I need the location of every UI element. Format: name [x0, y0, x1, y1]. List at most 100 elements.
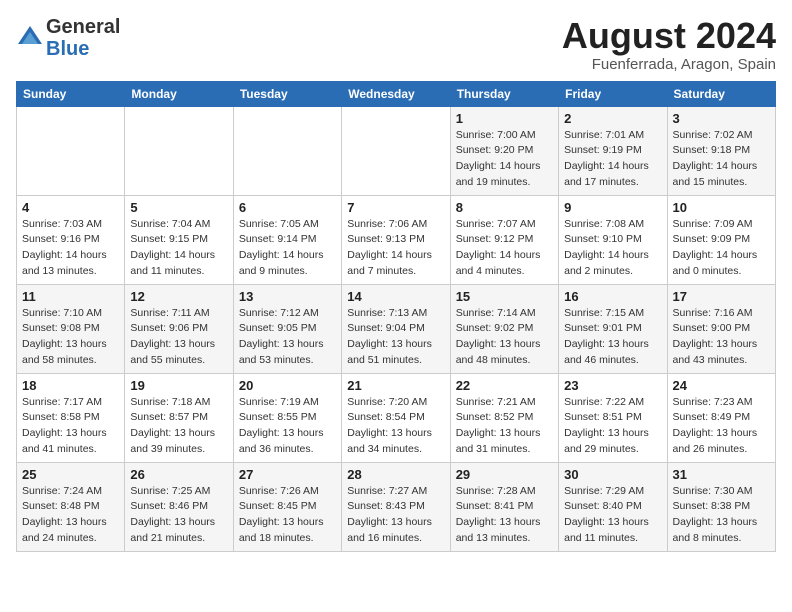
calendar-cell	[342, 106, 450, 195]
calendar-cell: 14 Sunrise: 7:13 AMSunset: 9:04 PMDayligh…	[342, 284, 450, 373]
day-info: Sunrise: 7:13 AMSunset: 9:04 PMDaylight:…	[347, 306, 444, 369]
day-info: Sunrise: 7:30 AMSunset: 8:38 PMDaylight:…	[673, 484, 770, 547]
calendar-cell: 7 Sunrise: 7:06 AMSunset: 9:13 PMDaylight…	[342, 195, 450, 284]
calendar-body: 1Sunrise: 7:00 AMSunset: 9:20 PMDaylight…	[17, 106, 776, 551]
calendar-cell: 10Sunrise: 7:09 AMSunset: 9:09 PMDayligh…	[667, 195, 775, 284]
day-number: 23	[564, 378, 661, 393]
day-number: 5	[130, 200, 227, 215]
calendar-week-row: 4 Sunrise: 7:03 AMSunset: 9:16 PMDaylight…	[17, 195, 776, 284]
day-info: Sunrise: 7:02 AMSunset: 9:18 PMDaylight:…	[673, 128, 770, 191]
day-info: Sunrise: 7:20 AMSunset: 8:54 PMDaylight:…	[347, 395, 444, 458]
day-number: 28	[347, 467, 444, 482]
col-header-sunday: Sunday	[17, 81, 125, 106]
day-info: Sunrise: 7:01 AMSunset: 9:19 PMDaylight:…	[564, 128, 661, 191]
calendar-cell: 11 Sunrise: 7:10 AMSunset: 9:08 PMDayligh…	[17, 284, 125, 373]
day-number: 29	[456, 467, 553, 482]
calendar-cell: 24Sunrise: 7:23 AMSunset: 8:49 PMDayligh…	[667, 373, 775, 462]
day-number: 20	[239, 378, 336, 393]
day-number: 2	[564, 111, 661, 126]
calendar-cell: 21 Sunrise: 7:20 AMSunset: 8:54 PMDayligh…	[342, 373, 450, 462]
calendar-week-row: 18Sunrise: 7:17 AMSunset: 8:58 PMDayligh…	[17, 373, 776, 462]
day-number: 6	[239, 200, 336, 215]
day-number: 25	[22, 467, 119, 482]
day-info: Sunrise: 7:10 AMSunset: 9:08 PMDaylight:…	[22, 306, 119, 369]
day-number: 26	[130, 467, 227, 482]
day-info: Sunrise: 7:00 AMSunset: 9:20 PMDaylight:…	[456, 128, 553, 191]
col-header-saturday: Saturday	[667, 81, 775, 106]
day-info: Sunrise: 7:27 AMSunset: 8:43 PMDaylight:…	[347, 484, 444, 547]
day-number: 30	[564, 467, 661, 482]
calendar-header-row: SundayMondayTuesdayWednesdayThursdayFrid…	[17, 81, 776, 106]
calendar-cell: 16 Sunrise: 7:15 AMSunset: 9:01 PMDayligh…	[559, 284, 667, 373]
day-number: 7	[347, 200, 444, 215]
day-info: Sunrise: 7:29 AMSunset: 8:40 PMDaylight:…	[564, 484, 661, 547]
day-number: 13	[239, 289, 336, 304]
calendar-cell: 9 Sunrise: 7:08 AMSunset: 9:10 PMDaylight…	[559, 195, 667, 284]
calendar-cell: 29 Sunrise: 7:28 AMSunset: 8:41 PMDayligh…	[450, 462, 558, 551]
calendar-cell: 5 Sunrise: 7:04 AMSunset: 9:15 PMDaylight…	[125, 195, 233, 284]
calendar-cell: 13 Sunrise: 7:12 AMSunset: 9:05 PMDayligh…	[233, 284, 341, 373]
day-info: Sunrise: 7:04 AMSunset: 9:15 PMDaylight:…	[130, 217, 227, 280]
calendar-cell: 12Sunrise: 7:11 AMSunset: 9:06 PMDayligh…	[125, 284, 233, 373]
day-info: Sunrise: 7:21 AMSunset: 8:52 PMDaylight:…	[456, 395, 553, 458]
logo-text-line2: Blue	[46, 38, 120, 60]
day-info: Sunrise: 7:25 AMSunset: 8:46 PMDaylight:…	[130, 484, 227, 547]
day-number: 21	[347, 378, 444, 393]
day-info: Sunrise: 7:12 AMSunset: 9:05 PMDaylight:…	[239, 306, 336, 369]
calendar-cell: 1Sunrise: 7:00 AMSunset: 9:20 PMDaylight…	[450, 106, 558, 195]
calendar-week-row: 25 Sunrise: 7:24 AMSunset: 8:48 PMDayligh…	[17, 462, 776, 551]
calendar-cell: 17Sunrise: 7:16 AMSunset: 9:00 PMDayligh…	[667, 284, 775, 373]
calendar-cell: 15Sunrise: 7:14 AMSunset: 9:02 PMDayligh…	[450, 284, 558, 373]
day-number: 19	[130, 378, 227, 393]
day-info: Sunrise: 7:17 AMSunset: 8:58 PMDaylight:…	[22, 395, 119, 458]
calendar-cell: 8 Sunrise: 7:07 AMSunset: 9:12 PMDaylight…	[450, 195, 558, 284]
calendar-cell: 25 Sunrise: 7:24 AMSunset: 8:48 PMDayligh…	[17, 462, 125, 551]
day-info: Sunrise: 7:28 AMSunset: 8:41 PMDaylight:…	[456, 484, 553, 547]
day-info: Sunrise: 7:09 AMSunset: 9:09 PMDaylight:…	[673, 217, 770, 280]
day-number: 8	[456, 200, 553, 215]
col-header-thursday: Thursday	[450, 81, 558, 106]
day-number: 4	[22, 200, 119, 215]
col-header-friday: Friday	[559, 81, 667, 106]
location-subtitle: Fuenferrada, Aragon, Spain	[562, 56, 776, 73]
calendar-cell: 27Sunrise: 7:26 AMSunset: 8:45 PMDayligh…	[233, 462, 341, 551]
col-header-wednesday: Wednesday	[342, 81, 450, 106]
calendar-cell	[233, 106, 341, 195]
day-number: 11	[22, 289, 119, 304]
col-header-tuesday: Tuesday	[233, 81, 341, 106]
month-title: August 2024	[562, 16, 776, 56]
day-number: 22	[456, 378, 553, 393]
calendar-table: SundayMondayTuesdayWednesdayThursdayFrid…	[16, 81, 776, 552]
col-header-monday: Monday	[125, 81, 233, 106]
day-number: 3	[673, 111, 770, 126]
day-number: 17	[673, 289, 770, 304]
calendar-cell: 4 Sunrise: 7:03 AMSunset: 9:16 PMDaylight…	[17, 195, 125, 284]
calendar-cell	[125, 106, 233, 195]
logo-text-line1: General	[46, 16, 120, 38]
day-info: Sunrise: 7:06 AMSunset: 9:13 PMDaylight:…	[347, 217, 444, 280]
day-info: Sunrise: 7:05 AMSunset: 9:14 PMDaylight:…	[239, 217, 336, 280]
day-number: 24	[673, 378, 770, 393]
day-number: 16	[564, 289, 661, 304]
calendar-cell: 31Sunrise: 7:30 AMSunset: 8:38 PMDayligh…	[667, 462, 775, 551]
day-info: Sunrise: 7:07 AMSunset: 9:12 PMDaylight:…	[456, 217, 553, 280]
day-info: Sunrise: 7:08 AMSunset: 9:10 PMDaylight:…	[564, 217, 661, 280]
calendar-cell: 22 Sunrise: 7:21 AMSunset: 8:52 PMDayligh…	[450, 373, 558, 462]
day-number: 12	[130, 289, 227, 304]
calendar-cell: 6 Sunrise: 7:05 AMSunset: 9:14 PMDaylight…	[233, 195, 341, 284]
day-info: Sunrise: 7:18 AMSunset: 8:57 PMDaylight:…	[130, 395, 227, 458]
calendar-cell: 28 Sunrise: 7:27 AMSunset: 8:43 PMDayligh…	[342, 462, 450, 551]
day-number: 15	[456, 289, 553, 304]
day-info: Sunrise: 7:22 AMSunset: 8:51 PMDaylight:…	[564, 395, 661, 458]
day-info: Sunrise: 7:03 AMSunset: 9:16 PMDaylight:…	[22, 217, 119, 280]
day-info: Sunrise: 7:19 AMSunset: 8:55 PMDaylight:…	[239, 395, 336, 458]
day-info: Sunrise: 7:15 AMSunset: 9:01 PMDaylight:…	[564, 306, 661, 369]
calendar-cell: 30 Sunrise: 7:29 AMSunset: 8:40 PMDayligh…	[559, 462, 667, 551]
title-block: August 2024 Fuenferrada, Aragon, Spain	[562, 16, 776, 73]
page-header: General Blue August 2024 Fuenferrada, Ar…	[16, 16, 776, 73]
day-number: 9	[564, 200, 661, 215]
logo: General Blue	[16, 16, 120, 60]
calendar-week-row: 1Sunrise: 7:00 AMSunset: 9:20 PMDaylight…	[17, 106, 776, 195]
day-info: Sunrise: 7:24 AMSunset: 8:48 PMDaylight:…	[22, 484, 119, 547]
day-number: 14	[347, 289, 444, 304]
